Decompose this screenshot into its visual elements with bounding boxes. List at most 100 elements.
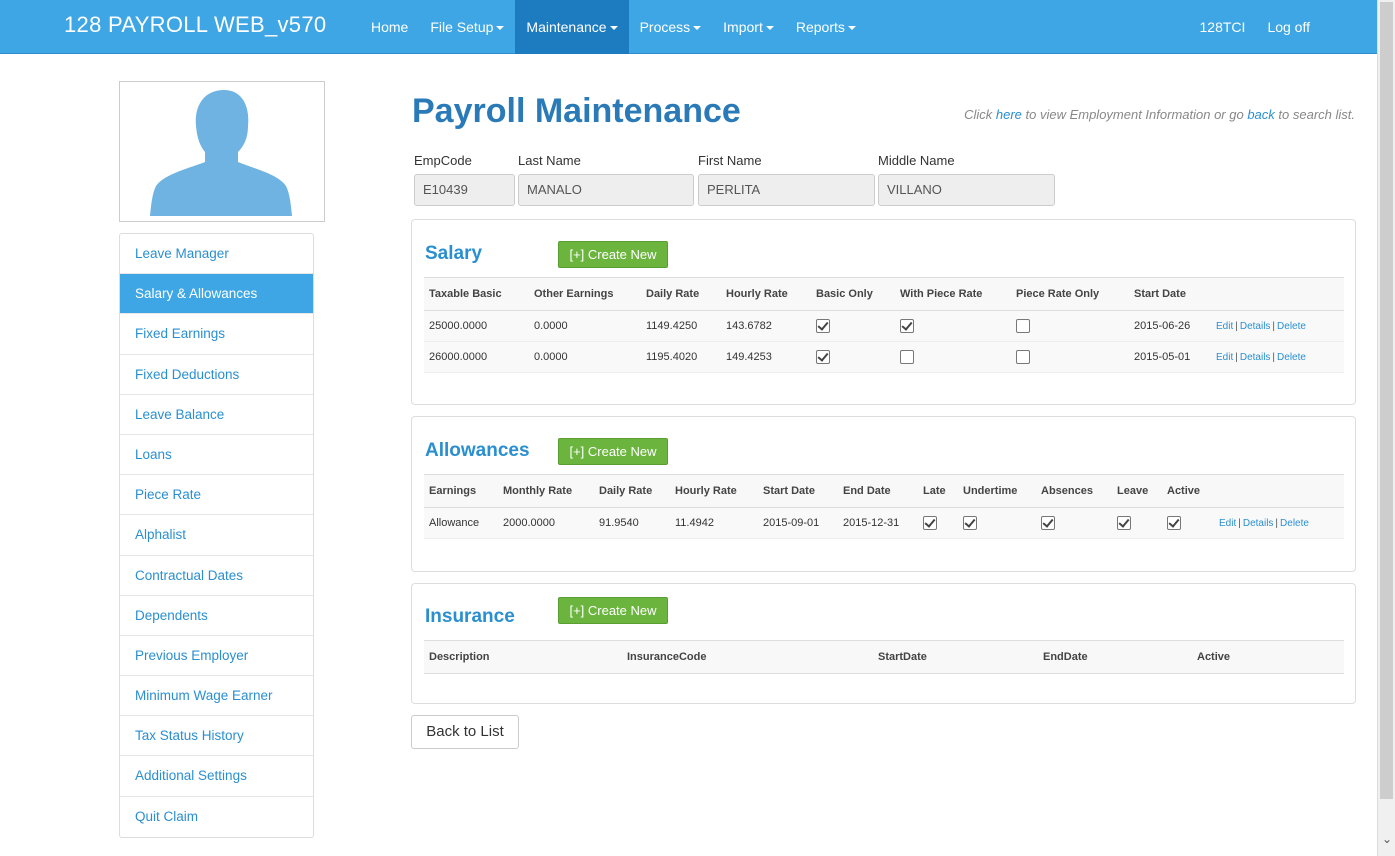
nav-home[interactable]: Home bbox=[360, 0, 419, 54]
employee-photo bbox=[119, 81, 325, 222]
absences-checkbox[interactable] bbox=[1041, 516, 1055, 530]
delete-link[interactable]: Delete bbox=[1277, 352, 1306, 363]
table-row: 26000.0000 0.0000 1195.4020 149.4253 2015-05… bbox=[424, 341, 1344, 373]
column-header: Undertime bbox=[958, 474, 1036, 508]
nav-import[interactable]: Import bbox=[712, 0, 785, 54]
with-piece-rate-checkbox[interactable] bbox=[900, 350, 914, 364]
sidebar-item-additional-settings[interactable]: Additional Settings bbox=[120, 756, 313, 797]
sidebar-item-previous-employer[interactable]: Previous Employer bbox=[120, 636, 313, 677]
empcode-field[interactable]: E10439 bbox=[414, 174, 515, 206]
nav-label: Home bbox=[371, 19, 409, 35]
sidebar-item-alphalist[interactable]: Alphalist bbox=[120, 515, 313, 556]
sidebar-item-fixed-deductions[interactable]: Fixed Deductions bbox=[120, 355, 313, 395]
scrollbar-thumb[interactable] bbox=[1380, 2, 1393, 799]
late-checkbox[interactable] bbox=[923, 516, 937, 530]
firstname-field[interactable]: PERLITA bbox=[698, 174, 875, 206]
hint-middle: to view Employment Information or go bbox=[1021, 107, 1248, 122]
active-checkbox[interactable] bbox=[1167, 516, 1181, 530]
edit-link[interactable]: Edit bbox=[1219, 518, 1236, 529]
undertime-checkbox[interactable] bbox=[963, 516, 977, 530]
sidebar-item-leave-balance[interactable]: Leave Balance bbox=[120, 395, 313, 435]
insurance-table: Description InsuranceCode StartDate EndDate… bbox=[424, 640, 1344, 674]
salary-header-row: Taxable Basic Other Earnings Daily Rate Hou… bbox=[424, 277, 1344, 311]
sidebar-item-tax-status-history[interactable]: Tax Status History bbox=[120, 716, 313, 757]
hint-text: Click here to view Employment Informatio… bbox=[964, 107, 1355, 122]
sidebar-item-fixed-earnings[interactable]: Fixed Earnings bbox=[120, 314, 313, 355]
separator: | bbox=[1238, 518, 1241, 529]
table-cell: 0.0000 bbox=[529, 310, 641, 342]
basic-only-checkbox[interactable] bbox=[816, 350, 830, 364]
nav-label: Import bbox=[723, 19, 763, 35]
allowances-table: Earnings Monthly Rate Daily Rate Hourly Rat… bbox=[424, 474, 1344, 539]
nav-label: Maintenance bbox=[526, 19, 607, 35]
table-cell: 11.4942 bbox=[670, 507, 758, 539]
top-navbar: 128 PAYROLL WEB_v570 Home File Setup Maint… bbox=[0, 0, 1377, 54]
hint-prefix: Click bbox=[964, 107, 996, 122]
scroll-down-icon[interactable]: ⌄ bbox=[1382, 833, 1392, 845]
column-header: Hourly Rate bbox=[670, 474, 758, 508]
column-header: With Piece Rate bbox=[895, 277, 1011, 311]
allowances-create-button[interactable]: [+] Create New bbox=[558, 438, 668, 465]
piece-rate-only-checkbox[interactable] bbox=[1016, 319, 1030, 333]
caret-down-icon bbox=[693, 26, 702, 31]
back-to-list-button[interactable]: Back to List bbox=[411, 715, 519, 749]
nav-reports[interactable]: Reports bbox=[785, 0, 867, 54]
edit-link[interactable]: Edit bbox=[1216, 321, 1233, 332]
middlename-field[interactable]: VILLANO bbox=[878, 174, 1055, 206]
table-cell bbox=[895, 310, 1011, 342]
basic-only-checkbox[interactable] bbox=[816, 319, 830, 333]
sidebar-item-minimum-wage-earner[interactable]: Minimum Wage Earner bbox=[120, 676, 313, 717]
here-link[interactable]: here bbox=[996, 107, 1022, 122]
with-piece-rate-checkbox[interactable] bbox=[900, 319, 914, 333]
sidebar-item-salary-allowances[interactable]: Salary & Allowances bbox=[120, 274, 313, 315]
salary-panel: Salary [+] Create New Taxable Basic Other… bbox=[411, 219, 1356, 405]
table-cell: 149.4253 bbox=[721, 341, 811, 373]
sidebar-item-dependents[interactable]: Dependents bbox=[120, 596, 313, 636]
piece-rate-only-checkbox[interactable] bbox=[1016, 350, 1030, 364]
table-cell: 143.6782 bbox=[721, 310, 811, 342]
user-link[interactable]: 128TCI bbox=[1189, 0, 1257, 54]
vertical-scrollbar[interactable]: ⌄ bbox=[1377, 0, 1395, 856]
column-header: InsuranceCode bbox=[622, 640, 873, 674]
column-header: EndDate bbox=[1038, 640, 1192, 674]
table-cell: 2015-12-31 bbox=[838, 507, 918, 539]
nav-maintenance[interactable]: Maintenance bbox=[515, 0, 629, 54]
insurance-title: Insurance bbox=[425, 606, 515, 627]
sidebar-item-contractual-dates[interactable]: Contractual Dates bbox=[120, 556, 313, 596]
table-cell: 26000.0000 bbox=[424, 341, 529, 373]
table-cell: 1195.4020 bbox=[641, 341, 721, 373]
details-link[interactable]: Details bbox=[1243, 518, 1274, 529]
sidebar-item-piece-rate[interactable]: Piece Rate bbox=[120, 475, 313, 516]
table-cell: 2015-09-01 bbox=[758, 507, 838, 539]
logoff-link[interactable]: Log off bbox=[1256, 0, 1321, 54]
column-header: Late bbox=[918, 474, 958, 508]
delete-link[interactable]: Delete bbox=[1277, 321, 1306, 332]
nav-label: Reports bbox=[795, 19, 845, 35]
back-link[interactable]: back bbox=[1247, 107, 1274, 122]
table-row: 25000.0000 0.0000 1149.4250 143.6782 2015-06… bbox=[424, 310, 1344, 342]
details-link[interactable]: Details bbox=[1240, 352, 1271, 363]
nav-process[interactable]: Process bbox=[629, 0, 713, 54]
nav-file-setup[interactable]: File Setup bbox=[419, 0, 515, 54]
details-link[interactable]: Details bbox=[1240, 321, 1271, 332]
salary-create-button[interactable]: [+] Create New bbox=[558, 241, 668, 268]
delete-link[interactable]: Delete bbox=[1280, 518, 1309, 529]
app-brand[interactable]: 128 PAYROLL WEB_v570 bbox=[64, 12, 326, 38]
insurance-panel: Insurance [+] Create New Description Insu… bbox=[411, 583, 1356, 704]
column-header: Leave bbox=[1112, 474, 1162, 508]
nav-label: Process bbox=[639, 19, 691, 35]
avatar-icon bbox=[150, 90, 292, 216]
lastname-field[interactable]: MANALO bbox=[518, 174, 694, 206]
table-cell: 2000.0000 bbox=[498, 507, 594, 539]
lastname-label: Last Name bbox=[518, 153, 581, 168]
sidebar-item-loans[interactable]: Loans bbox=[120, 435, 313, 476]
sidebar-item-quit-claim[interactable]: Quit Claim bbox=[120, 797, 313, 837]
table-cell bbox=[918, 507, 958, 539]
table-cell bbox=[811, 310, 895, 342]
table-cell: 2015-06-26 bbox=[1129, 310, 1211, 342]
edit-link[interactable]: Edit bbox=[1216, 352, 1233, 363]
leave-checkbox[interactable] bbox=[1117, 516, 1131, 530]
table-cell: 91.9540 bbox=[594, 507, 670, 539]
sidebar-item-leave-manager[interactable]: Leave Manager bbox=[120, 234, 313, 275]
insurance-create-button[interactable]: [+] Create New bbox=[558, 597, 668, 624]
